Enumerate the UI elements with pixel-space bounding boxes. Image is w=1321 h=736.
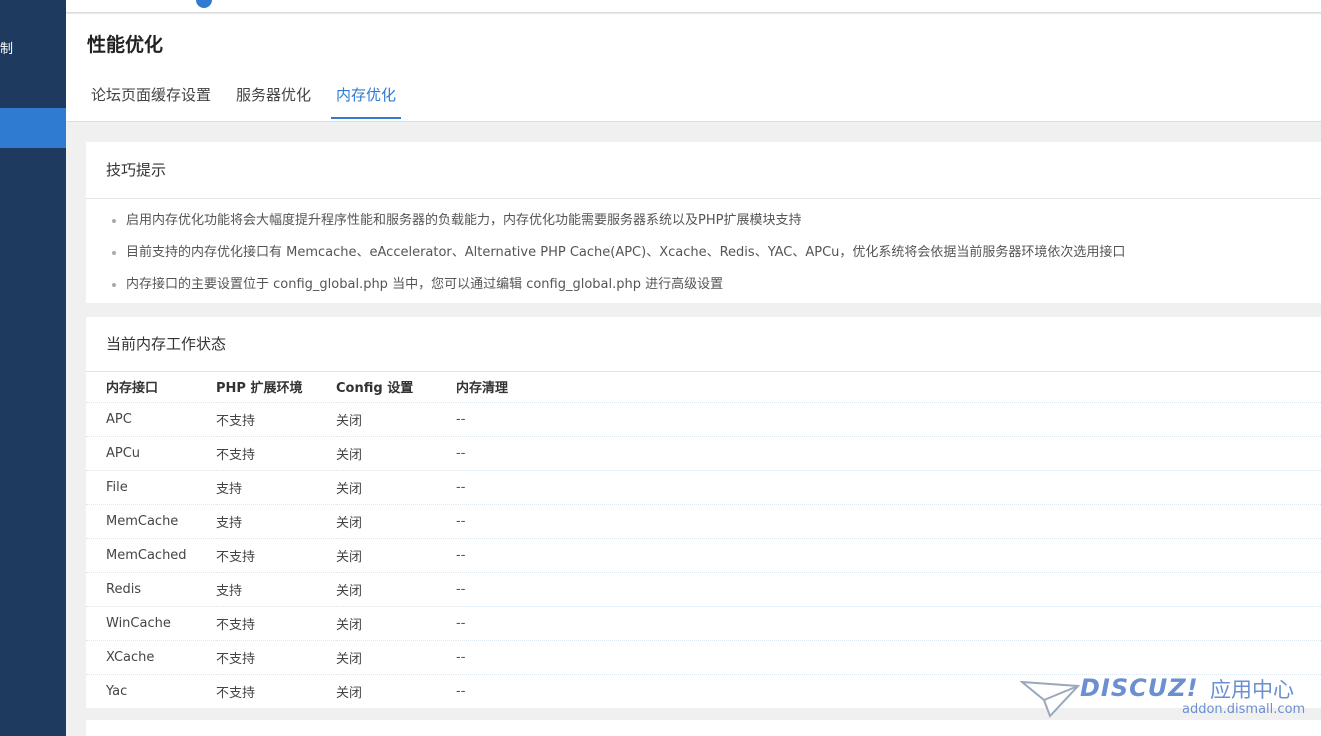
tips-list: 启用内存优化功能将会大幅度提升程序性能和服务器的负载能力，内存优化功能需要服务器… — [86, 199, 1321, 301]
tab-memory-optimization[interactable]: 内存优化 — [331, 84, 402, 119]
cell-config: 关闭 — [336, 435, 456, 470]
column-header-interface: 内存接口 — [106, 381, 159, 397]
cell-config: 关闭 — [336, 571, 456, 606]
cell-interface: MemCached — [86, 537, 216, 572]
cell-php-extension: 不支持 — [216, 639, 336, 674]
watermark-url: addon.dismall.com — [1182, 702, 1306, 717]
tips-title: 技巧提示 — [86, 142, 1321, 199]
discuz-logo-text: DISCUZ! — [1080, 674, 1199, 702]
table-row: File 支持 关闭 -- — [86, 469, 1321, 504]
table-row: Redis 支持 关闭 -- — [86, 571, 1321, 606]
cell-config: 关闭 — [336, 469, 456, 504]
column-header-config: Config 设置 — [336, 381, 414, 397]
cell-interface: Yac — [86, 673, 216, 708]
app-center-text: 应用中心 — [1210, 678, 1294, 702]
table-row: MemCache 支持 关闭 -- — [86, 503, 1321, 538]
cell-config: 关闭 — [336, 503, 456, 538]
cell-php-extension: 支持 — [216, 503, 336, 538]
sidebar: 制 — [0, 0, 66, 736]
cell-php-extension: 不支持 — [216, 401, 336, 436]
paper-plane-icon — [1020, 680, 1080, 718]
cell-memory-clear: -- — [456, 503, 1321, 538]
tips-card: 技巧提示 启用内存优化功能将会大幅度提升程序性能和服务器的负载能力，内存优化功能… — [86, 142, 1321, 303]
tab-bar: 论坛页面缓存设置 服务器优化 内存优化 — [91, 84, 426, 119]
cell-memory-clear: -- — [456, 435, 1321, 470]
column-header-php-extension: PHP 扩展环境 — [216, 381, 303, 397]
info-badge-icon — [196, 0, 212, 8]
column-header-memory-clear: 内存清理 — [456, 381, 509, 397]
sidebar-item-control[interactable]: 制 — [0, 38, 66, 58]
table-header-row: 内存接口 PHP 扩展环境 Config 设置 内存清理 — [86, 372, 1321, 402]
tip-item: 内存接口的主要设置位于 config_global.php 当中，您可以通过编辑… — [110, 269, 1321, 301]
cell-memory-clear: -- — [456, 401, 1321, 436]
table-row: APCu 不支持 关闭 -- — [86, 435, 1321, 470]
cell-php-extension: 不支持 — [216, 537, 336, 572]
cell-memory-clear: -- — [456, 605, 1321, 640]
cell-interface: WinCache — [86, 605, 216, 640]
cell-config: 关闭 — [336, 537, 456, 572]
cell-php-extension: 不支持 — [216, 435, 336, 470]
tip-item: 目前支持的内存优化接口有 Memcache、eAccelerator、Alter… — [110, 237, 1321, 269]
cell-interface: XCache — [86, 639, 216, 674]
cell-interface: File — [86, 469, 216, 504]
cell-interface: Redis — [86, 571, 216, 606]
cell-php-extension: 支持 — [216, 571, 336, 606]
table-row: APC 不支持 关闭 -- — [86, 401, 1321, 436]
table-row: MemCached 不支持 关闭 -- — [86, 537, 1321, 572]
memory-status-title: 当前内存工作状态 — [86, 317, 1321, 372]
top-bar — [66, 0, 1321, 13]
cell-config: 关闭 — [336, 401, 456, 436]
sidebar-item-label: 制 — [0, 42, 14, 57]
page-title: 性能优化 — [87, 34, 164, 56]
discuz-watermark: DISCUZ! 应用中心 addon.dismall.com — [1020, 672, 1320, 722]
cell-interface: APC — [86, 401, 216, 436]
page-header: 性能优化 论坛页面缓存设置 服务器优化 内存优化 — [66, 14, 1321, 122]
tab-page-cache[interactable]: 论坛页面缓存设置 — [91, 84, 211, 119]
table-row: WinCache 不支持 关闭 -- — [86, 605, 1321, 640]
cell-interface: APCu — [86, 435, 216, 470]
cell-php-extension: 不支持 — [216, 673, 336, 708]
sidebar-item-active[interactable] — [0, 108, 66, 148]
cell-config: 关闭 — [336, 639, 456, 674]
tab-server-optimization[interactable]: 服务器优化 — [236, 84, 311, 119]
cell-memory-clear: -- — [456, 571, 1321, 606]
tip-item: 启用内存优化功能将会大幅度提升程序性能和服务器的负载能力，内存优化功能需要服务器… — [110, 205, 1321, 237]
cell-memory-clear: -- — [456, 639, 1321, 674]
next-card — [86, 720, 1321, 736]
cell-memory-clear: -- — [456, 469, 1321, 504]
cell-php-extension: 支持 — [216, 469, 336, 504]
memory-status-table: 内存接口 PHP 扩展环境 Config 设置 内存清理 APC 不支持 关闭 … — [86, 372, 1321, 708]
cell-config: 关闭 — [336, 605, 456, 640]
cell-interface: MemCache — [86, 503, 216, 538]
cell-config: 关闭 — [336, 673, 456, 708]
memory-status-card: 当前内存工作状态 内存接口 PHP 扩展环境 Config 设置 内存清理 AP… — [86, 317, 1321, 708]
cell-memory-clear: -- — [456, 537, 1321, 572]
cell-php-extension: 不支持 — [216, 605, 336, 640]
table-row: XCache 不支持 关闭 -- — [86, 639, 1321, 674]
